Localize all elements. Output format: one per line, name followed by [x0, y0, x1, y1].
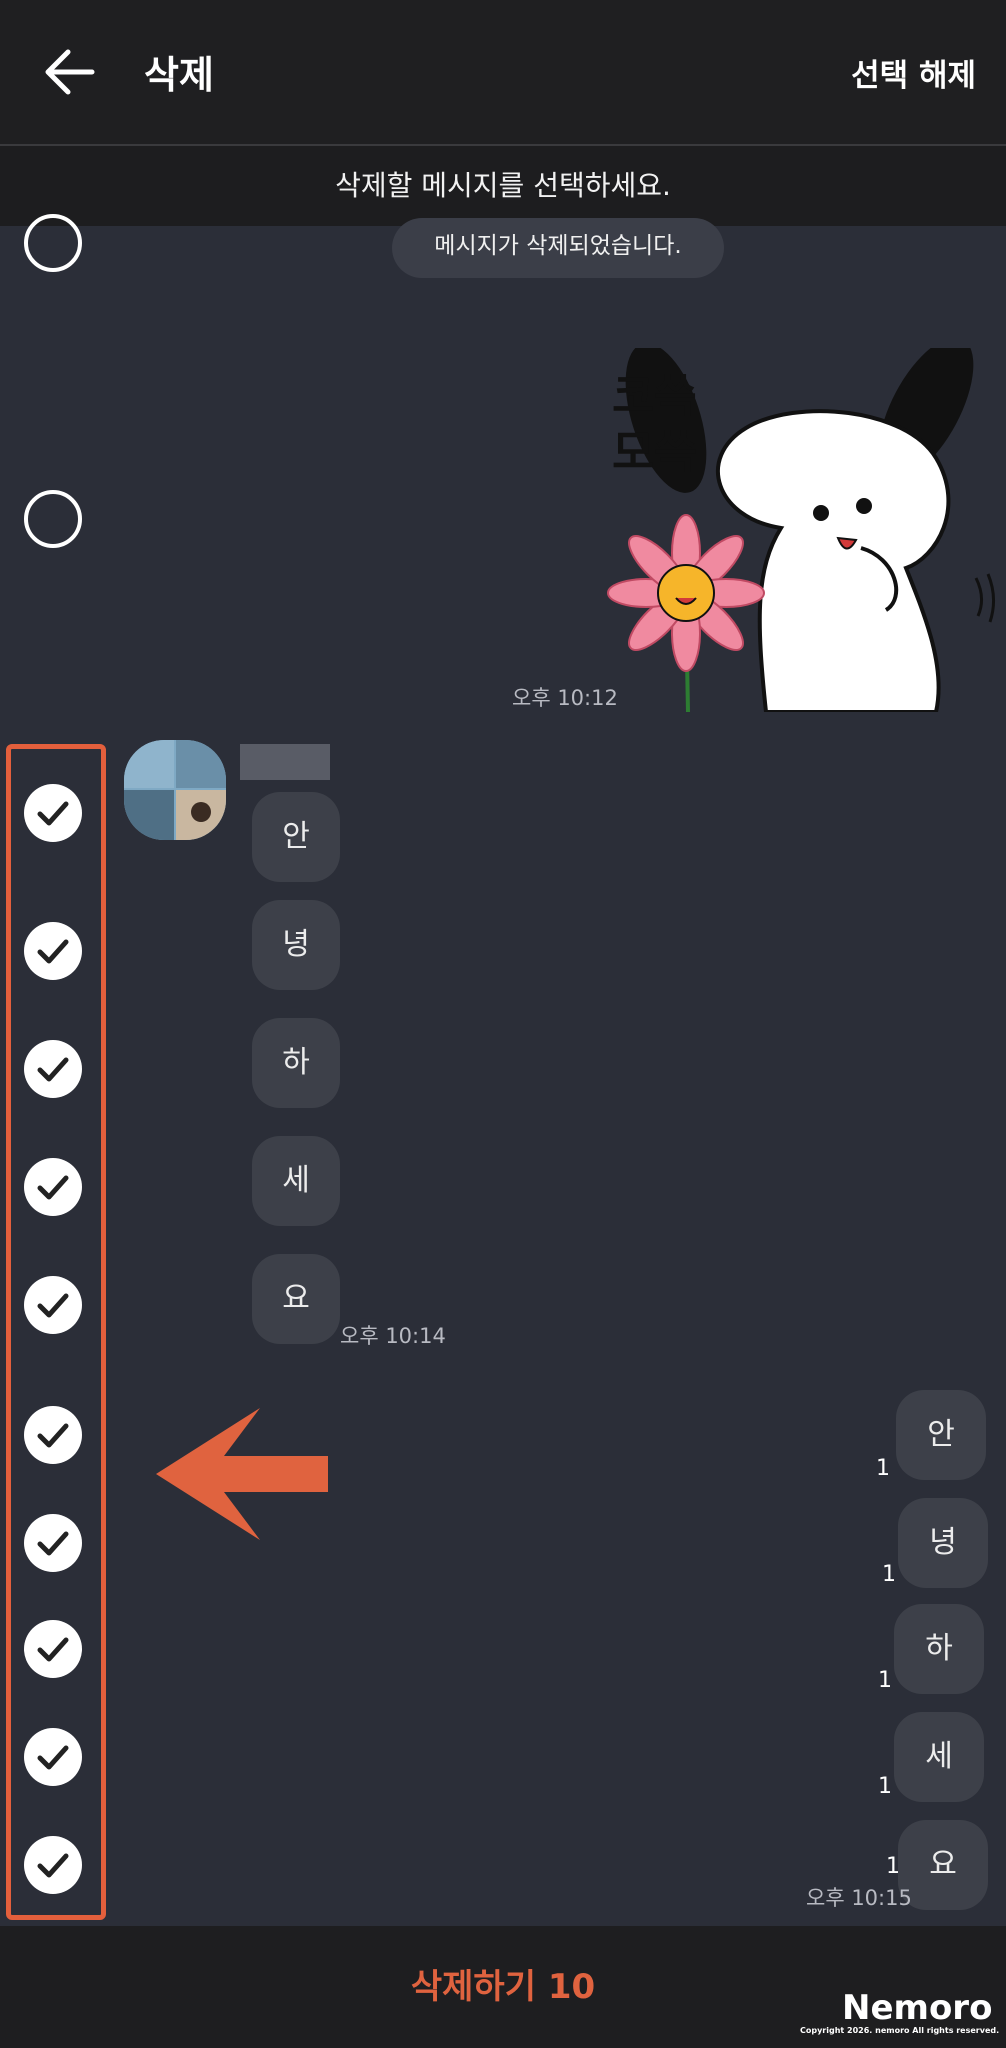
selection-highlight-box: [6, 744, 106, 1920]
instruction-banner: 삭제할 메시지를 선택하세요.: [0, 146, 1006, 226]
watermark-copyright: Copyright 2026. nemoro All rights reserv…: [800, 2026, 1000, 2035]
sender-name-redacted: [240, 744, 330, 780]
unread-count: 1: [878, 1774, 892, 1799]
select-radio-system-message[interactable]: [24, 214, 82, 272]
outgoing-bubble[interactable]: 녕: [898, 1498, 988, 1588]
deselect-all-button[interactable]: 선택 해제: [851, 50, 976, 95]
unread-count: 1: [878, 1668, 892, 1693]
sender-avatar[interactable]: [124, 740, 226, 840]
watermark-brand: Nemoro: [842, 1988, 993, 2028]
outgoing-bubble[interactable]: 세: [894, 1712, 984, 1802]
incoming-bubble[interactable]: 안: [252, 792, 340, 882]
outgoing-bubble[interactable]: 안: [896, 1390, 986, 1480]
message-time: 오후 10:12: [512, 686, 618, 710]
incoming-bubble[interactable]: 세: [252, 1136, 340, 1226]
page-title: 삭제: [144, 53, 214, 97]
arrow-left-icon: [45, 49, 95, 95]
unread-count: 1: [882, 1562, 896, 1587]
back-button[interactable]: [40, 44, 100, 100]
outgoing-bubble[interactable]: 하: [894, 1604, 984, 1694]
incoming-bubble[interactable]: 요: [252, 1254, 340, 1344]
top-bar: 삭제 선택 해제: [0, 0, 1006, 146]
unread-count: 1: [886, 1854, 900, 1879]
unread-count: 1: [876, 1456, 890, 1481]
annotation-arrow-icon: [156, 1408, 328, 1540]
select-radio-sticker[interactable]: [24, 490, 82, 548]
system-message: 메시지가 삭제되었습니다.: [392, 218, 724, 278]
message-time: 오후 10:15: [806, 1886, 912, 1910]
sticker-caption: 코쓱 모쓱: [612, 369, 697, 479]
incoming-bubble[interactable]: 녕: [252, 900, 340, 990]
incoming-bubble[interactable]: 하: [252, 1018, 340, 1108]
message-time: 오후 10:14: [340, 1324, 446, 1348]
